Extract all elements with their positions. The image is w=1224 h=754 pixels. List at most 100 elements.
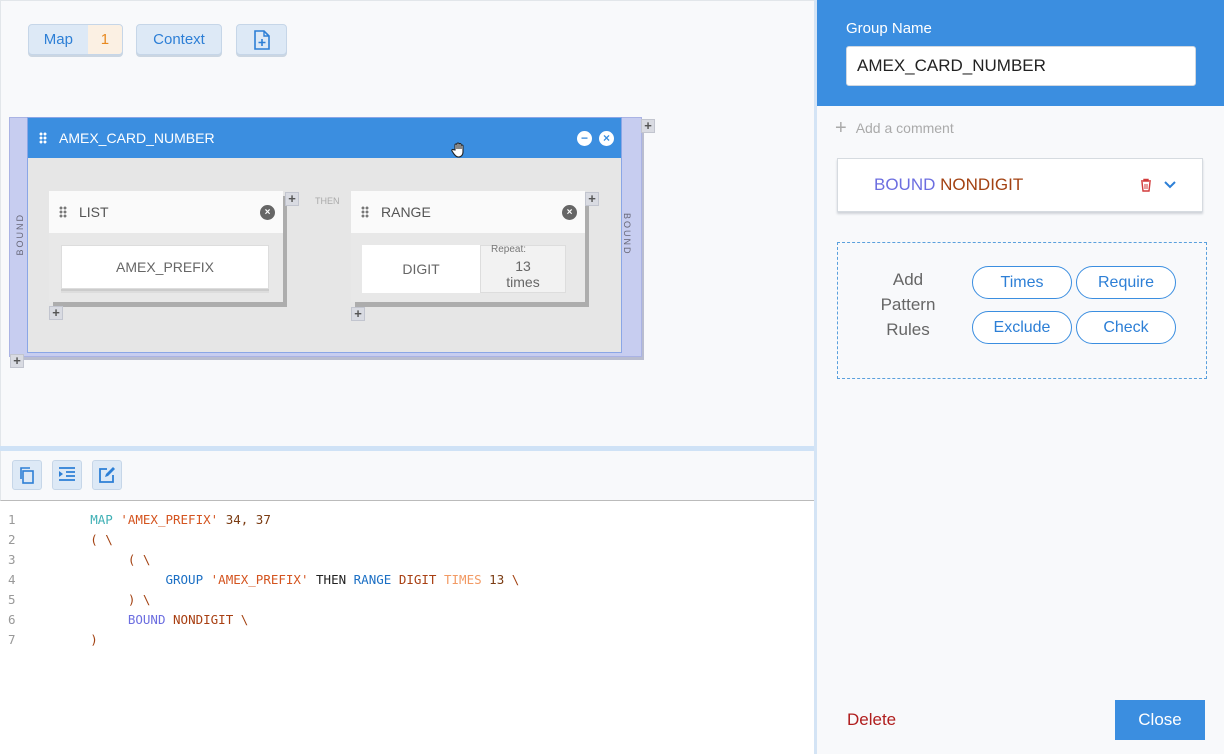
rule-text: BOUND NONDIGIT	[838, 175, 1140, 195]
close-button[interactable]: Close	[1115, 700, 1205, 740]
code-line: 1 MAP 'AMEX_PREFIX' 34, 37	[0, 512, 271, 532]
new-document-icon	[253, 29, 270, 50]
map-count-badge: 1	[87, 25, 122, 54]
code-token: BOUND	[127, 612, 166, 627]
code-line: 4 GROUP 'AMEX_PREFIX' THEN RANGE DIGIT T…	[0, 572, 519, 592]
pattern-rules-box: Add Pattern Rules Times Require Exclude …	[837, 242, 1207, 379]
add-comment-link[interactable]: + Add a comment	[835, 117, 954, 139]
edit-icon	[99, 467, 115, 483]
range-node[interactable]: RANGE × DIGIT Repeat: 13 times	[351, 191, 585, 302]
pattern-canvas[interactable]: Map 1 Context BOUND BOUND + + AMEX_CARD_…	[0, 0, 814, 447]
line-number: 3	[8, 552, 16, 567]
indent-button[interactable]	[52, 460, 82, 490]
drag-handle-icon[interactable]	[39, 132, 47, 144]
close-icon[interactable]: ×	[599, 130, 614, 146]
map-button[interactable]: Map 1	[28, 24, 123, 55]
range-value[interactable]: DIGIT	[362, 245, 480, 293]
group-name-label: Group Name	[846, 20, 932, 37]
context-button[interactable]: Context	[136, 24, 222, 55]
copy-icon	[20, 467, 34, 484]
code-editor[interactable]: 1 MAP 'AMEX_PREFIX' 34, 37 2 ( \ 3 ( \ 4…	[0, 502, 814, 754]
repeat-count: 13	[515, 258, 531, 274]
code-token: \	[142, 592, 151, 607]
line-number: 4	[8, 572, 16, 587]
group-properties-panel: Group Name + Add a comment BOUND NONDIGI…	[814, 0, 1224, 754]
times-button[interactable]: Times	[972, 266, 1072, 299]
list-node-header[interactable]: LIST ×	[49, 191, 283, 233]
code-token: (	[127, 552, 136, 567]
code-token: 13	[489, 572, 505, 587]
remove-icon[interactable]: ×	[562, 204, 577, 220]
new-document-button[interactable]	[236, 24, 287, 55]
group-header[interactable]: AMEX_CARD_NUMBER − ×	[28, 118, 621, 158]
range-add-right-button[interactable]: +	[585, 192, 599, 206]
code-token: MAP	[90, 512, 113, 527]
group-name-input[interactable]	[846, 46, 1196, 86]
check-button[interactable]: Check	[1076, 311, 1176, 344]
hand-cursor-icon	[451, 142, 464, 158]
range-node-header[interactable]: RANGE ×	[351, 191, 585, 233]
rule-keyword: BOUND	[874, 175, 936, 194]
chevron-down-icon[interactable]	[1164, 181, 1176, 189]
indent-icon	[59, 467, 75, 481]
code-token: RANGE	[353, 572, 392, 587]
code-toolbar	[0, 451, 814, 501]
list-value[interactable]: AMEX_PREFIX	[61, 245, 269, 289]
group-card[interactable]: AMEX_CARD_NUMBER − × THEN LIST × AMEX_PR…	[27, 117, 622, 353]
add-comment-label: Add a comment	[855, 120, 954, 136]
list-node[interactable]: LIST × AMEX_PREFIX	[49, 191, 283, 302]
code-token: 'AMEX_PREFIX'	[120, 512, 219, 527]
bound-add-bottom-button[interactable]: +	[10, 354, 24, 368]
add-pattern-rules-label: Add Pattern Rules	[880, 270, 936, 339]
line-number: 7	[8, 632, 16, 647]
drag-handle-icon[interactable]	[59, 206, 67, 218]
rule-value: NONDIGIT	[940, 175, 1024, 194]
delete-button[interactable]: Delete	[847, 710, 896, 730]
map-button-label: Map	[43, 31, 73, 48]
then-label: THEN	[315, 196, 340, 206]
panel-header: Group Name	[817, 0, 1224, 106]
list-node-title: LIST	[79, 204, 109, 220]
line-number: 1	[8, 512, 16, 527]
drag-handle-icon[interactable]	[361, 206, 369, 218]
code-line: 2 ( \	[0, 532, 113, 552]
code-token: \	[240, 612, 249, 627]
list-add-right-button[interactable]: +	[285, 192, 299, 206]
repeat-unit: times	[506, 274, 540, 290]
bound-left-label: BOUND	[15, 213, 25, 256]
code-token: )	[90, 632, 98, 647]
code-line: 5 ) \	[0, 592, 150, 612]
code-token: )	[127, 592, 136, 607]
range-node-title: RANGE	[381, 204, 431, 220]
line-number: 6	[8, 612, 16, 627]
trash-icon[interactable]	[1140, 178, 1152, 192]
rule-card[interactable]: BOUND NONDIGIT	[837, 158, 1203, 212]
code-line: 7 )	[0, 632, 98, 652]
collapse-icon[interactable]: −	[577, 130, 592, 146]
code-line: 3 ( \	[0, 552, 150, 572]
code-token: 34, 37	[225, 512, 271, 527]
group-title: AMEX_CARD_NUMBER	[59, 130, 215, 146]
code-token: \	[511, 572, 520, 587]
copy-button[interactable]	[12, 460, 42, 490]
plus-icon: +	[835, 117, 847, 139]
code-line: 6 BOUND NONDIGIT \	[0, 612, 248, 632]
bound-right-label: BOUND	[622, 213, 632, 256]
require-button[interactable]: Require	[1076, 266, 1176, 299]
code-token: (	[90, 532, 98, 547]
bound-add-right-button[interactable]: +	[641, 119, 655, 133]
repeat-box[interactable]: Repeat: 13 times	[480, 244, 566, 293]
range-add-bottom-button[interactable]: +	[351, 307, 365, 321]
code-token: NONDIGIT	[173, 612, 234, 627]
code-token: \	[105, 532, 113, 547]
code-token: 'AMEX_PREFIX'	[210, 572, 309, 587]
edit-button[interactable]	[92, 460, 122, 490]
code-token: THEN	[316, 572, 347, 587]
exclude-button[interactable]: Exclude	[972, 311, 1072, 344]
remove-icon[interactable]: ×	[260, 204, 275, 220]
line-number: 2	[8, 532, 16, 547]
code-token: GROUP	[165, 572, 204, 587]
list-add-bottom-button[interactable]: +	[49, 306, 63, 320]
code-token: \	[142, 552, 151, 567]
repeat-label: Repeat:	[491, 244, 527, 255]
